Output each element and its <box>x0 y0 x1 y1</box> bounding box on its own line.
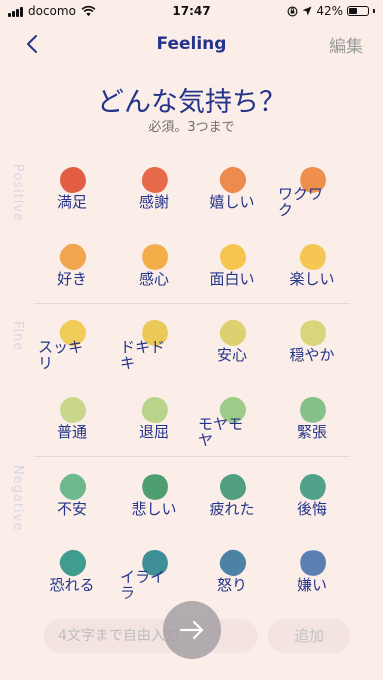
nav-bar: Feeling 編集 <box>0 26 383 62</box>
feeling-item[interactable]: 満足 <box>36 167 108 237</box>
feeling-item[interactable]: 楽しい <box>276 238 348 314</box>
status-right: 42% <box>287 4 375 18</box>
feeling-label: 退屈 <box>138 423 169 441</box>
feeling-item[interactable]: 穏やか <box>276 316 348 390</box>
battery-level <box>349 8 357 14</box>
feeling-color-dot <box>296 393 330 427</box>
feeling-item[interactable]: モヤモヤ <box>196 393 268 467</box>
feeling-color-dot <box>60 167 86 193</box>
feeling-label: 普通 <box>56 423 87 441</box>
feeling-item[interactable]: 面白い <box>196 244 268 314</box>
arrow-right-icon <box>179 620 204 640</box>
chevron-left-icon <box>27 35 37 53</box>
edit-button[interactable]: 編集 <box>329 32 363 57</box>
rotation-lock-icon <box>287 6 298 16</box>
battery-cap <box>373 9 375 13</box>
feeling-item[interactable]: 疲れた <box>196 474 268 544</box>
feeling-item[interactable]: ワクワク <box>276 163 348 237</box>
feeling-item[interactable]: 悲しい <box>118 470 190 544</box>
battery-icon <box>347 6 369 16</box>
feeling-label: 穏やか <box>289 346 335 364</box>
feeling-item[interactable]: 後悔 <box>276 468 348 544</box>
feeling-label: 後悔 <box>296 500 327 518</box>
feeling-item[interactable]: 安心 <box>196 315 268 390</box>
feeling-item[interactable]: 感謝 <box>118 161 190 237</box>
feeling-label: 感心 <box>138 270 169 288</box>
feeling-label: ドキドキ <box>120 338 166 372</box>
section-label-negative: Negative <box>10 465 25 532</box>
feeling-label: 満足 <box>56 193 87 211</box>
feeling-item[interactable]: 感心 <box>118 240 190 314</box>
feeling-label: 面白い <box>209 270 255 288</box>
feeling-item[interactable]: 不安 <box>36 469 108 544</box>
feeling-label: 感謝 <box>138 193 169 211</box>
feeling-item[interactable]: 嬉しい <box>196 163 268 237</box>
feeling-color-dot <box>220 474 246 500</box>
feeling-color-dot <box>60 397 86 423</box>
feeling-color-dot <box>216 163 250 197</box>
feeling-item[interactable]: 緊張 <box>276 393 348 467</box>
feeling-item[interactable]: 好き <box>36 239 108 314</box>
feeling-color-dot <box>138 240 172 274</box>
feeling-label: ワクワク <box>278 185 324 219</box>
section-label-positive: Positive <box>10 164 25 223</box>
section-label-fine: Fine <box>10 321 25 352</box>
feeling-item[interactable]: ドキドキ <box>118 316 190 390</box>
feeling-label: モヤモヤ <box>198 415 244 449</box>
feeling-label: 安心 <box>216 346 247 364</box>
feeling-label: 楽しい <box>289 270 335 288</box>
feeling-color-dot <box>138 470 172 504</box>
nav-title: Feeling <box>156 34 227 54</box>
feeling-item[interactable]: スッキリ <box>36 316 108 390</box>
feeling-color-dot <box>56 546 90 580</box>
feeling-item[interactable]: 普通 <box>36 397 108 467</box>
page-title: どんな気持ち？ <box>97 87 286 118</box>
battery-percent: 42% <box>316 4 343 18</box>
location-icon <box>302 6 312 16</box>
feeling-label: 不安 <box>56 500 87 518</box>
feeling-color-dot <box>220 244 246 270</box>
feeling-color-dot <box>296 316 330 350</box>
page-subtitle: 必須。3つまで <box>148 120 235 135</box>
feeling-label: スッキリ <box>38 338 84 372</box>
free-text-input[interactable]: 4文字まで自由入力 <box>44 619 258 653</box>
feeling-label: 疲れた <box>209 500 255 518</box>
back-button[interactable] <box>18 30 46 58</box>
feeling-label: 嬉しい <box>209 193 255 211</box>
feeling-label: 緊張 <box>296 423 327 441</box>
feeling-color-dot <box>296 546 330 580</box>
status-bar: docomo 17:47 42% <box>0 0 383 22</box>
add-button[interactable]: 追加 <box>268 619 350 653</box>
next-button[interactable] <box>163 601 221 659</box>
feeling-label: 好き <box>56 270 87 288</box>
feeling-item[interactable]: 退屈 <box>118 391 190 467</box>
feeling-label: 悲しい <box>131 500 177 518</box>
